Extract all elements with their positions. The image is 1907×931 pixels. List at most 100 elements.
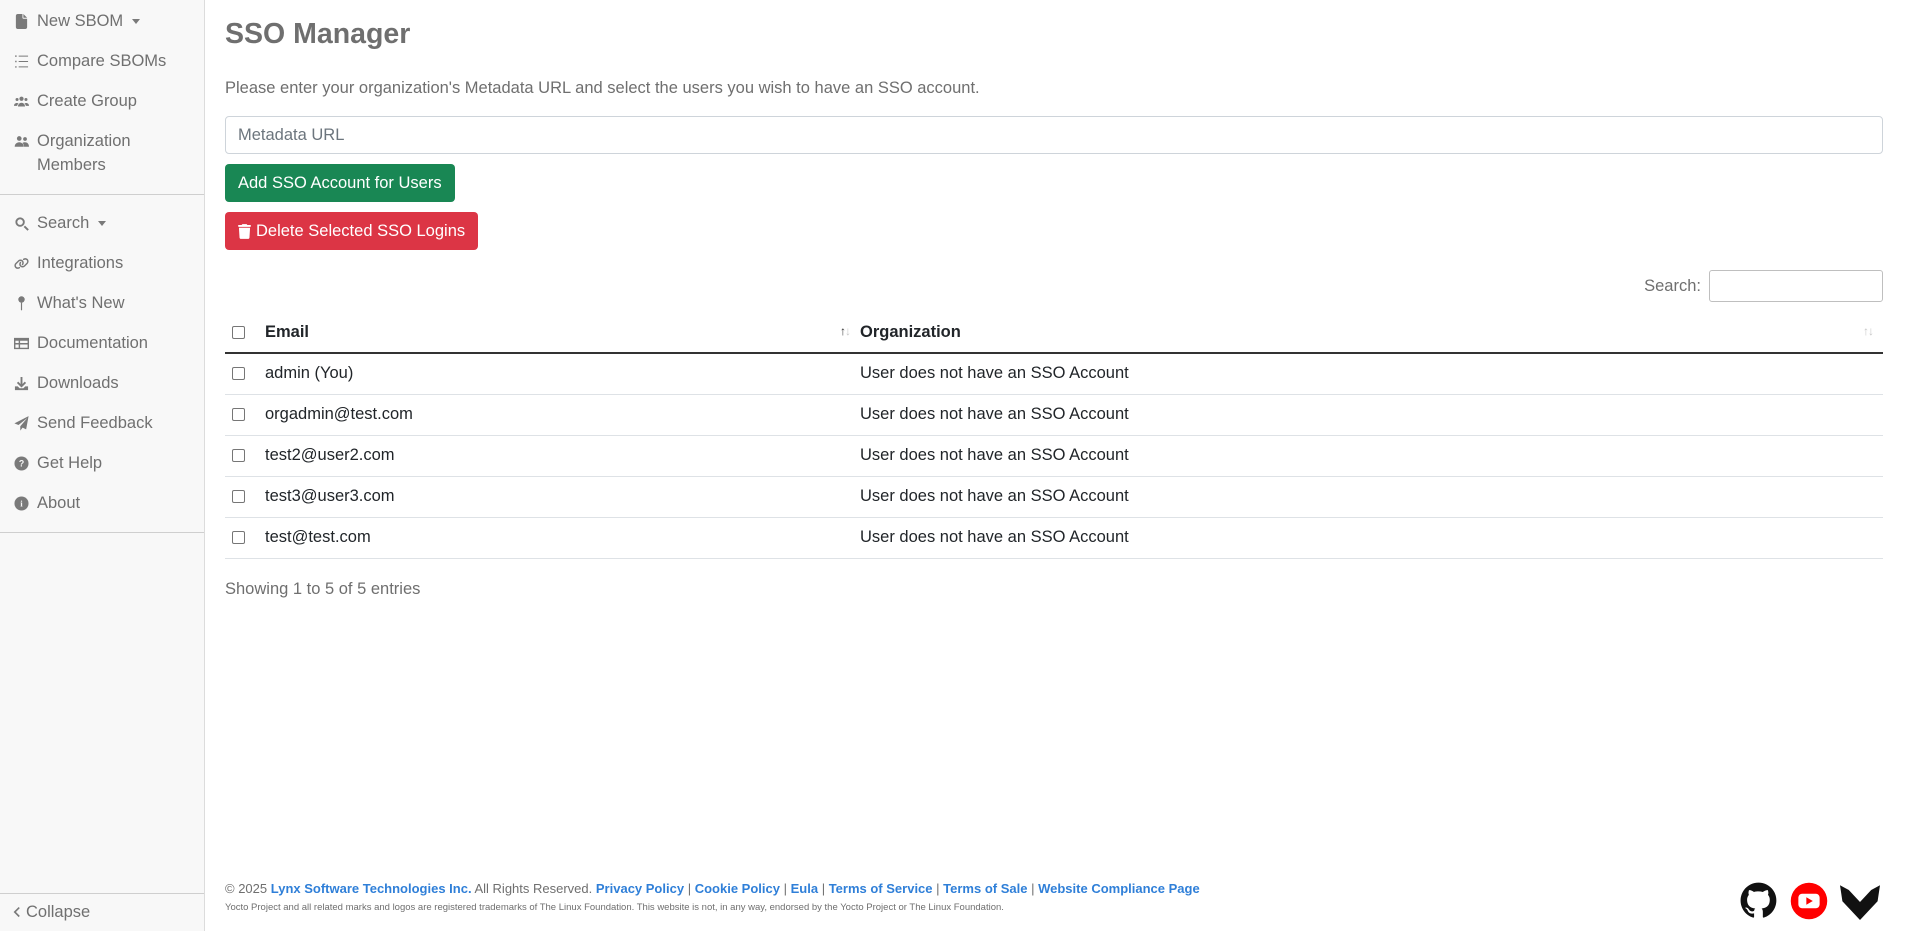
- sidebar-item-label: Search: [37, 214, 90, 232]
- email-cell: test3@user3.com: [265, 476, 860, 518]
- table-row: orgadmin@test.com User does not have an …: [225, 394, 1883, 436]
- link-icon: [14, 251, 32, 275]
- eula-link[interactable]: Eula: [791, 881, 818, 896]
- row-checkbox[interactable]: [232, 449, 245, 462]
- column-header-email[interactable]: Email ↑↓: [265, 312, 860, 354]
- email-cell: admin (You): [265, 353, 860, 395]
- github-icon: [1740, 882, 1777, 918]
- column-header-organization[interactable]: Organization ↑↓: [860, 312, 1883, 354]
- copyright-prefix: © 2025: [225, 881, 268, 896]
- terms-of-service-link[interactable]: Terms of Service: [829, 881, 933, 896]
- cookie-policy-link[interactable]: Cookie Policy: [695, 881, 780, 896]
- organization-cell: User does not have an SSO Account: [860, 353, 1883, 395]
- info-circle-icon: i: [14, 491, 32, 515]
- email-cell: orgadmin@test.com: [265, 394, 860, 436]
- footer: © 2025 Lynx Software Technologies Inc. A…: [225, 880, 1200, 913]
- email-cell: test2@user2.com: [265, 435, 860, 477]
- file-icon: [14, 9, 32, 33]
- main-content: SSO Manager Please enter your organizati…: [225, 0, 1883, 931]
- collapse-button[interactable]: Collapse: [12, 900, 90, 924]
- sidebar-divider: [0, 194, 204, 195]
- add-sso-account-label: Add SSO Account for Users: [238, 173, 442, 192]
- table-row: test2@user2.com User does not have an SS…: [225, 435, 1883, 477]
- paper-plane-icon: [14, 411, 32, 435]
- sidebar-item-label: Downloads: [37, 374, 119, 392]
- organization-cell: User does not have an SSO Account: [860, 435, 1883, 477]
- row-checkbox-cell: [225, 435, 265, 477]
- sidebar-item-documentation[interactable]: Documentation: [0, 331, 204, 355]
- sidebar-item-label: Organization: [37, 132, 131, 150]
- github-link[interactable]: [1740, 882, 1777, 919]
- lynx-link[interactable]: [1840, 882, 1880, 920]
- row-checkbox[interactable]: [232, 408, 245, 421]
- company-link[interactable]: Lynx Software Technologies Inc.: [271, 881, 472, 896]
- privacy-policy-link[interactable]: Privacy Policy: [596, 881, 684, 896]
- link-separator: |: [1031, 881, 1035, 896]
- row-checkbox-cell: [225, 353, 265, 395]
- youtube-icon: [1790, 882, 1828, 920]
- sidebar-item-label: Create Group: [37, 92, 137, 110]
- table-header-row: Email ↑↓ Organization ↑↓: [225, 312, 1883, 354]
- chevron-down-icon: [132, 19, 141, 24]
- trademark-notice: Yocto Project and all related marks and …: [225, 902, 1004, 913]
- table-info: Showing 1 to 5 of 5 entries: [225, 580, 421, 598]
- link-separator: |: [821, 881, 826, 896]
- table-row: test3@user3.com User does not have an SS…: [225, 476, 1883, 518]
- search-icon: [14, 211, 32, 235]
- sidebar-item-send-feedback[interactable]: Send Feedback: [0, 411, 204, 435]
- sidebar-item-new-sbom[interactable]: New SBOM: [0, 9, 204, 33]
- sidebar-item-downloads[interactable]: Downloads: [0, 371, 204, 395]
- sidebar-item-label: What's New: [37, 294, 125, 312]
- terms-of-sale-link[interactable]: Terms of Sale: [943, 881, 1027, 896]
- row-checkbox-cell: [225, 517, 265, 559]
- table-row: admin (You) User does not have an SSO Ac…: [225, 353, 1883, 395]
- sidebar-item-create-group[interactable]: Create Group: [0, 89, 204, 113]
- organization-cell: User does not have an SSO Account: [860, 517, 1883, 559]
- link-separator: |: [783, 881, 787, 896]
- users-icon: [14, 89, 32, 113]
- sidebar-item-label: Get Help: [37, 454, 103, 472]
- sidebar-item-compare-sboms[interactable]: Compare SBOMs: [0, 49, 204, 73]
- row-checkbox[interactable]: [232, 490, 245, 503]
- row-checkbox[interactable]: [232, 367, 245, 381]
- sidebar-item-label: Integrations: [37, 254, 124, 272]
- sidebar-item-label-line2: Members: [37, 156, 106, 174]
- delete-sso-logins-button[interactable]: Delete Selected SSO Logins: [225, 212, 479, 250]
- lynx-logo-icon: [1840, 885, 1880, 920]
- sidebar-item-label: New SBOM: [37, 12, 124, 30]
- sidebar-item-get-help[interactable]: ? Get Help: [0, 451, 204, 475]
- sidebar-item-integrations[interactable]: Integrations: [0, 251, 204, 275]
- table-row: test@test.com User does not have an SSO …: [225, 517, 1883, 559]
- user-group-icon: [14, 129, 32, 153]
- add-sso-account-button[interactable]: Add SSO Account for Users: [225, 164, 455, 202]
- youtube-link[interactable]: [1790, 882, 1828, 920]
- trash-icon: [238, 223, 251, 239]
- row-checkbox-cell: [225, 394, 265, 436]
- link-separator: |: [687, 881, 692, 896]
- row-checkbox-cell: [225, 476, 265, 518]
- sidebar-item-organization-members[interactable]: Organization Members: [0, 129, 204, 177]
- organization-cell: User does not have an SSO Account: [860, 394, 1883, 436]
- chevron-left-icon: [13, 906, 20, 918]
- sidebar-item-label: Compare SBOMs: [37, 52, 167, 70]
- pin-icon: [14, 291, 32, 315]
- sidebar-item-about[interactable]: i About: [0, 491, 204, 515]
- sidebar-item-label: Documentation: [37, 334, 148, 352]
- organization-cell: User does not have an SSO Account: [860, 476, 1883, 518]
- list-check-icon: [14, 49, 32, 73]
- question-circle-icon: ?: [14, 451, 32, 475]
- column-header-label: Organization: [860, 322, 961, 341]
- search-label: Search:: [1644, 276, 1701, 295]
- sidebar-divider: [0, 893, 204, 894]
- sidebar-item-whats-new[interactable]: What's New: [0, 291, 204, 315]
- svg-text:?: ?: [19, 458, 24, 468]
- metadata-url-input[interactable]: [225, 116, 1883, 154]
- row-checkbox[interactable]: [232, 531, 245, 544]
- email-cell: test@test.com: [265, 517, 860, 559]
- sidebar-item-search[interactable]: Search: [0, 211, 204, 235]
- table-search-input[interactable]: [1709, 270, 1883, 302]
- select-all-cell: [225, 312, 265, 354]
- select-all-checkbox[interactable]: [232, 325, 245, 339]
- website-compliance-link[interactable]: Website Compliance Page: [1038, 881, 1200, 896]
- delete-sso-logins-label: Delete Selected SSO Logins: [256, 221, 466, 240]
